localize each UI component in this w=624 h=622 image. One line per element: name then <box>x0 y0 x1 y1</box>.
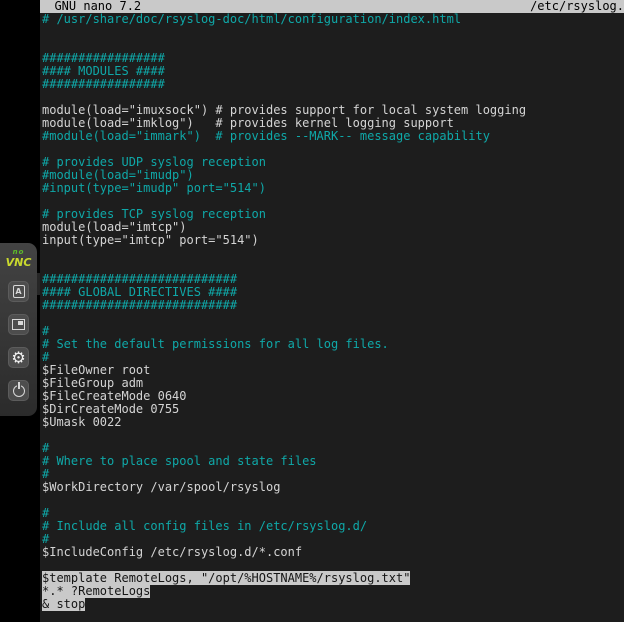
terminal-line-text-selected: & stop <box>42 597 85 611</box>
terminal-line: input(type="imtcp" port="514") <box>42 234 624 247</box>
terminal-line: # Set the default permissions for all lo… <box>42 338 624 351</box>
terminal-line-text: ################# <box>42 51 165 65</box>
terminal-line-text: # <box>42 532 49 546</box>
terminal-line-text: ########################### <box>42 298 237 312</box>
terminal-line: $DirCreateMode 0755 <box>42 403 624 416</box>
clipboard-button[interactable]: A <box>8 281 29 302</box>
terminal-line <box>42 312 624 325</box>
terminal-line-text-selected: *.* ?RemoteLogs <box>42 584 150 598</box>
terminal-line-text: ################# <box>42 77 165 91</box>
terminal-line: $WorkDirectory /var/spool/rsyslog <box>42 481 624 494</box>
terminal-line-text: # /usr/share/doc/rsyslog-doc/html/config… <box>42 12 461 26</box>
terminal-line <box>42 429 624 442</box>
terminal-line-text: #module(load="imudp") <box>42 168 194 182</box>
settings-button[interactable]: ⚙ <box>8 347 29 368</box>
terminal-line: #module(load="immark") # provides --MARK… <box>42 130 624 143</box>
gear-icon: ⚙ <box>11 350 25 366</box>
terminal-lines: # /usr/share/doc/rsyslog-doc/html/config… <box>40 13 624 611</box>
terminal-line: # Include all config files in /etc/rsysl… <box>42 520 624 533</box>
terminal-line-text: $DirCreateMode 0755 <box>42 402 179 416</box>
terminal-line-text: #input(type="imudp" port="514") <box>42 181 266 195</box>
fullscreen-icon <box>12 319 25 330</box>
terminal-line-text: $WorkDirectory /var/spool/rsyslog <box>42 480 280 494</box>
terminal-line-text: $FileCreateMode 0640 <box>42 389 187 403</box>
terminal-line-text: #### MODULES #### <box>42 64 165 78</box>
terminal-line: # Where to place spool and state files <box>42 455 624 468</box>
terminal-line-text: # Set the default permissions for all lo… <box>42 337 389 351</box>
terminal-line: *.* ?RemoteLogs <box>42 585 624 598</box>
terminal-line-text: #module(load="immark") # provides --MARK… <box>42 129 490 143</box>
terminal-line: ########################### <box>42 299 624 312</box>
terminal-line: $IncludeConfig /etc/rsyslog.d/*.conf <box>42 546 624 559</box>
terminal-line: ################# <box>42 78 624 91</box>
terminal-line-text: $FileOwner root <box>42 363 150 377</box>
terminal-line-text: $Umask 0022 <box>42 415 121 429</box>
terminal-line-text: # <box>42 441 49 455</box>
terminal-line-text: # <box>42 467 49 481</box>
terminal-line-text: input(type="imtcp" port="514") <box>42 233 259 247</box>
terminal-line-text: # Include all config files in /etc/rsysl… <box>42 519 367 533</box>
nano-terminal[interactable]: GNU nano 7.2 /etc/rsyslog. # /usr/share/… <box>40 0 624 622</box>
power-icon-line <box>18 382 20 389</box>
novnc-logo-no: no <box>6 248 32 256</box>
terminal-line-text: # <box>42 506 49 520</box>
terminal-line <box>42 494 624 507</box>
terminal-line: #input(type="imudp" port="514") <box>42 182 624 195</box>
terminal-line-text: # provides TCP syslog reception <box>42 207 266 221</box>
terminal-line-text: # <box>42 324 49 338</box>
terminal-line-text: module(load="imklog") # provides kernel … <box>42 116 454 130</box>
terminal-line-text: module(load="imuxsock") # provides suppo… <box>42 103 526 117</box>
vnc-control-bar: no VNC A ⚙ <box>0 243 37 416</box>
terminal-line-text: ########################### <box>42 272 237 286</box>
terminal-line-text: # <box>42 350 49 364</box>
novnc-logo: no VNC <box>6 248 32 269</box>
terminal-line <box>42 26 624 39</box>
terminal-line: & stop <box>42 598 624 611</box>
vnc-screen: no VNC A ⚙ ◀ <box>0 0 624 622</box>
terminal-line <box>42 247 624 260</box>
terminal-line-text: $IncludeConfig /etc/rsyslog.d/*.conf <box>42 545 302 559</box>
terminal-line-text: #### GLOBAL DIRECTIVES #### <box>42 285 237 299</box>
terminal-line-text: # provides UDP syslog reception <box>42 155 266 169</box>
power-icon <box>13 385 25 397</box>
clipboard-letter: A <box>15 288 21 296</box>
fullscreen-button[interactable] <box>8 314 29 335</box>
terminal-line-text: module(load="imtcp") <box>42 220 187 234</box>
terminal-line: $Umask 0022 <box>42 416 624 429</box>
power-button[interactable] <box>8 380 29 401</box>
nano-filename-label: /etc/rsyslog. <box>530 0 624 13</box>
terminal-line-text-selected: $template RemoteLogs, "/opt/%HOSTNAME%/r… <box>42 571 410 585</box>
fullscreen-icon-inner <box>18 321 23 325</box>
terminal-line-text: $FileGroup adm <box>42 376 143 390</box>
vnc-side-area: no VNC A ⚙ ◀ <box>0 0 40 622</box>
terminal-line: # /usr/share/doc/rsyslog-doc/html/config… <box>42 13 624 26</box>
terminal-line-text: # Where to place spool and state files <box>42 454 317 468</box>
clipboard-icon: A <box>13 285 25 298</box>
novnc-logo-vnc: VNC <box>6 256 32 269</box>
